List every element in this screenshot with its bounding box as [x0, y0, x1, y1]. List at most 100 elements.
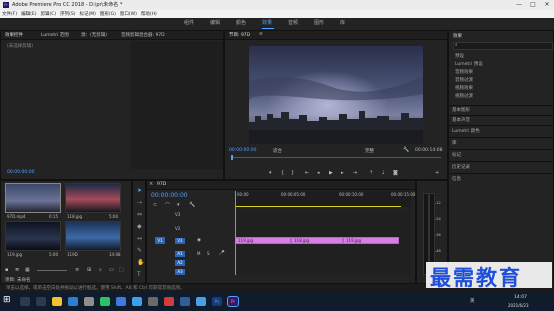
step-back-icon[interactable]: ◂	[317, 170, 320, 176]
app-icon[interactable]	[148, 297, 158, 306]
photoshop-icon[interactable]: Ps	[212, 297, 222, 306]
windows-start-icon[interactable]: ⊞	[3, 295, 11, 305]
menu-clip[interactable]: 剪辑(C)	[38, 10, 58, 18]
zoom-slider[interactable]	[37, 270, 67, 271]
extract-icon[interactable]: ⇣	[381, 170, 385, 176]
effects-tree-audio-transitions[interactable]: 音频过渡	[455, 77, 473, 83]
eye-icon[interactable]: ◉	[197, 238, 201, 243]
slip-tool-icon[interactable]: ↔	[137, 235, 142, 242]
razor-tool-icon[interactable]: ◆	[137, 223, 142, 230]
workspace-effects[interactable]: 效果	[262, 19, 272, 26]
ripple-edit-icon[interactable]: ⇔	[137, 211, 142, 218]
track-label-a1[interactable]: A1	[175, 251, 185, 257]
app-icon[interactable]	[132, 297, 142, 306]
menu-sequence[interactable]: 序列(S)	[58, 10, 77, 18]
tab-source[interactable]: 源：(无剪辑)	[81, 32, 107, 38]
snap-icon[interactable]: ⊂	[153, 202, 157, 208]
menu-graphics[interactable]: 图形(G)	[98, 10, 118, 18]
timeline-clip[interactable]: 119.jpg	[343, 237, 399, 244]
wechat-icon[interactable]	[100, 297, 110, 306]
app-icon[interactable]	[196, 297, 206, 306]
program-playhead[interactable]	[231, 155, 233, 160]
step-forward-icon[interactable]: ▸	[341, 170, 344, 176]
automate-icon[interactable]: ⊞	[87, 267, 91, 273]
menu-file[interactable]: 文件(F)	[0, 10, 19, 18]
tab-audio-clip-mixer[interactable]: 音频剪辑混合器: 97D	[121, 32, 165, 38]
menu-marker[interactable]: 标记(M)	[78, 10, 98, 18]
project-item-thumbnail[interactable]	[65, 183, 121, 213]
tab-sequence[interactable]: 97D	[157, 182, 166, 187]
effects-tree-audio-effects[interactable]: 音频效果	[455, 69, 473, 75]
playhead-scrubber[interactable]	[231, 157, 441, 158]
tab-program[interactable]: 节目: 97D	[229, 32, 250, 38]
project-item-thumbnail[interactable]	[5, 183, 61, 213]
add-button-icon[interactable]: +	[435, 170, 439, 176]
section-info[interactable]: 信息	[452, 176, 461, 182]
section-history[interactable]: 历史记录	[452, 164, 470, 170]
lift-icon[interactable]: ⇡	[369, 170, 373, 176]
minimize-button[interactable]: —	[512, 0, 526, 10]
menu-edit[interactable]: 编辑(E)	[19, 10, 38, 18]
project-item-thumbnail[interactable]	[5, 221, 61, 251]
close-button[interactable]: ✕	[540, 0, 554, 10]
workspace-libraries[interactable]: 库	[340, 19, 345, 26]
go-to-out-icon[interactable]: ⇥	[353, 170, 357, 176]
sort-icon[interactable]: ≡	[75, 267, 79, 273]
track-label-a3[interactable]: A3	[175, 269, 185, 275]
timeline-clip[interactable]: 118.jpg	[291, 237, 343, 244]
search-icon[interactable]: ⌕	[99, 267, 102, 273]
lock-icon[interactable]: ▪	[5, 267, 8, 273]
clock-date[interactable]: 2021/6/23	[508, 303, 529, 308]
ime-indicator[interactable]: 英	[470, 298, 475, 304]
mark-out-icon[interactable]: }	[291, 170, 294, 176]
time-ruler[interactable]: 00:00 00:00:05:00 00:00:10:00 00:00:15:0…	[235, 191, 415, 207]
effects-search-input[interactable]	[453, 42, 553, 50]
app-icon[interactable]	[84, 297, 94, 306]
timeline-timecode[interactable]: 00:00:00:00	[151, 192, 188, 199]
source-patch-v1[interactable]: V1	[155, 237, 165, 244]
workspace-assembly[interactable]: 组件	[184, 19, 194, 26]
workspace-editing[interactable]: 编辑	[210, 19, 220, 26]
workspace-color[interactable]: 颜色	[236, 19, 246, 26]
type-tool-icon[interactable]: T	[137, 271, 141, 278]
search-taskbar-icon[interactable]	[20, 297, 30, 306]
task-view-icon[interactable]	[36, 297, 46, 306]
maximize-button[interactable]: □	[526, 0, 540, 10]
effects-tree-presets[interactable]: 预设	[455, 53, 464, 59]
section-essential-graphics[interactable]: 基本图形	[452, 107, 470, 113]
selection-tool-icon[interactable]: ➤	[137, 187, 142, 194]
hand-tool-icon[interactable]: ✋	[137, 259, 144, 266]
export-frame-icon[interactable]: ◙	[393, 170, 398, 176]
mark-in-icon[interactable]: {	[281, 170, 284, 176]
program-video-frame[interactable]	[249, 46, 423, 144]
section-lumetri-color[interactable]: Lumetri 颜色	[452, 128, 480, 134]
tab-effect-controls[interactable]: 效果控件	[5, 32, 23, 38]
app-icon[interactable]	[116, 297, 126, 306]
go-to-in-icon[interactable]: ⇤	[305, 170, 309, 176]
menu-help[interactable]: 帮助(H)	[139, 10, 159, 18]
track-select-icon[interactable]: ⇢	[137, 199, 142, 206]
browser-icon[interactable]	[68, 297, 78, 306]
panel-menu-icon[interactable]: ≡	[259, 32, 263, 37]
icon-view-icon[interactable]: ▦	[25, 267, 30, 273]
track-area[interactable]: 119.jpg 118.jpg 119.jpg	[235, 191, 411, 275]
solo-icon[interactable]: S	[207, 251, 210, 256]
section-libraries[interactable]: 库	[452, 140, 457, 146]
resolution-dropdown[interactable]: 完整	[365, 148, 374, 154]
wrench-icon[interactable]: 🔧	[403, 147, 409, 153]
section-essential-sound[interactable]: 基本声音	[452, 117, 470, 123]
new-bin-icon[interactable]: ▭	[109, 267, 114, 273]
timeline-settings-icon[interactable]: 🔧	[189, 202, 195, 208]
program-timecode[interactable]: 00:00:00:00	[229, 148, 256, 153]
track-label-a2[interactable]: A2	[175, 260, 185, 266]
app-icon[interactable]	[164, 297, 174, 306]
app-icon[interactable]	[180, 297, 190, 306]
marker-icon[interactable]: ▾	[269, 170, 272, 176]
timeline-close-icon[interactable]: ×	[149, 181, 153, 187]
track-label-v1[interactable]: V1	[175, 238, 185, 244]
microphone-icon[interactable]: 🎤	[219, 251, 225, 256]
file-explorer-icon[interactable]	[52, 297, 62, 306]
timeline-playhead[interactable]	[235, 191, 236, 275]
menu-window[interactable]: 窗口(W)	[118, 10, 139, 18]
effects-tree-lumetri-presets[interactable]: Lumetri 预设	[455, 61, 483, 67]
